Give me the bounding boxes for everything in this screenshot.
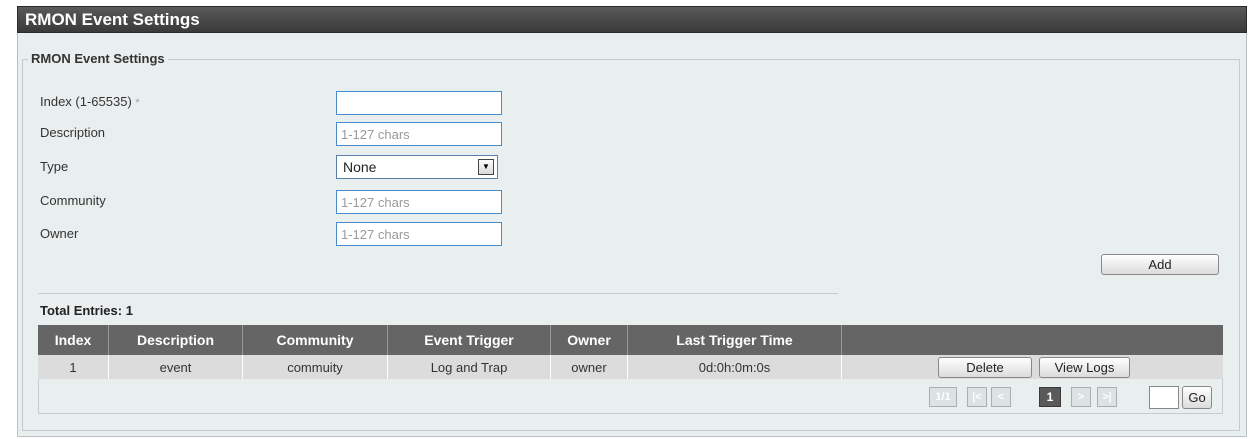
table-header: Index Description Community Event Trigge… (38, 325, 1223, 355)
header-actions (842, 325, 1223, 355)
index-label: Index (1-65535) * (40, 94, 140, 109)
last-page-button[interactable]: >| (1097, 387, 1117, 407)
cell-description: event (109, 355, 243, 379)
owner-label: Owner (40, 226, 79, 241)
settings-panel: RMON Event Settings Index (1-65535) * De… (17, 33, 1247, 437)
table-row: 1 event commuity Log and Trap owner 0d:0… (38, 355, 1223, 379)
cell-last-trigger-time: 0d:0h:0m:0s (628, 355, 842, 379)
cell-event-trigger: Log and Trap (388, 355, 551, 379)
pager: 1/1 |< < 1 > >| Go (38, 379, 1223, 414)
view-logs-button[interactable]: View Logs (1039, 357, 1130, 378)
section-legend: RMON Event Settings (28, 51, 168, 66)
description-input[interactable] (336, 122, 502, 146)
divider (38, 293, 838, 294)
community-input[interactable] (336, 190, 502, 214)
prev-page-button[interactable]: < (991, 387, 1011, 407)
header-owner: Owner (551, 325, 628, 355)
required-marker: * (135, 97, 140, 109)
delete-button[interactable]: Delete (938, 357, 1032, 378)
type-select-value: None (343, 159, 377, 175)
description-label: Description (40, 125, 106, 140)
total-entries: Total Entries: 1 (40, 303, 133, 318)
header-community: Community (243, 325, 388, 355)
cell-actions: Delete View Logs (842, 355, 1223, 379)
index-input[interactable] (336, 91, 502, 115)
type-label: Type (40, 159, 69, 174)
first-page-button[interactable]: |< (967, 387, 987, 407)
header-index: Index (38, 325, 109, 355)
chevron-down-icon[interactable]: ▼ (478, 159, 494, 175)
header-description: Description (109, 325, 243, 355)
next-page-button[interactable]: > (1071, 387, 1091, 407)
add-button[interactable]: Add (1101, 254, 1219, 275)
page-title: RMON Event Settings (17, 6, 1247, 33)
go-button[interactable]: Go (1182, 386, 1212, 409)
community-label: Community (40, 193, 106, 208)
page-info: 1/1 (929, 387, 957, 407)
header-last-trigger-time: Last Trigger Time (628, 325, 842, 355)
type-select[interactable]: None ▼ (336, 155, 498, 179)
cell-community: commuity (243, 355, 388, 379)
owner-input[interactable] (336, 222, 502, 246)
cell-index: 1 (38, 355, 109, 379)
page-number-input[interactable] (1149, 386, 1179, 409)
index-label-text: Index (1-65535) (40, 94, 132, 109)
cell-owner: owner (551, 355, 628, 379)
header-event-trigger: Event Trigger (388, 325, 551, 355)
events-table: Index Description Community Event Trigge… (38, 325, 1223, 414)
current-page-button[interactable]: 1 (1039, 387, 1061, 407)
